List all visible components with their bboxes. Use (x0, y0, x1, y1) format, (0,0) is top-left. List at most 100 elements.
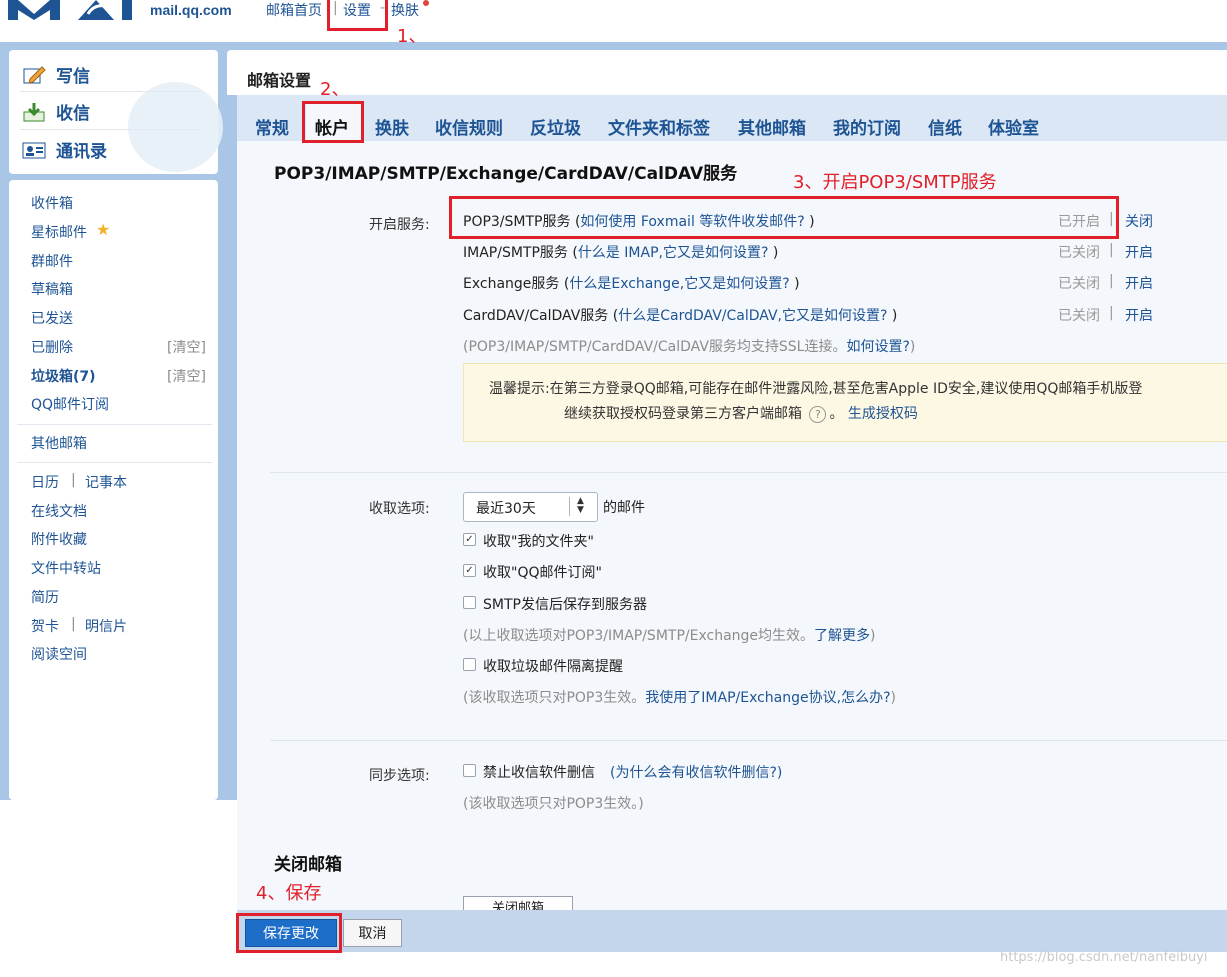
contact-card-icon (22, 140, 46, 160)
status-separator: | (1109, 273, 1114, 289)
tab-anti-spam[interactable]: 反垃圾 (530, 114, 581, 139)
fetch-note-1-suffix: ) (870, 628, 876, 644)
status-separator: | (1109, 242, 1114, 258)
service-help-link[interactable]: 什么是Exchange,它又是如何设置? (569, 276, 789, 292)
fetch-range-value: 最近30天 (476, 501, 536, 517)
junk-isolation-label: 收取垃圾邮件隔离提醒 (483, 659, 623, 675)
learn-more-link[interactable]: 了解更多 (814, 628, 870, 644)
annotation-step-2: 2、 (320, 79, 350, 100)
receive-link[interactable]: 收信 (22, 99, 90, 124)
service-name: Exchange服务 (463, 276, 560, 292)
annotation-step-1: 1、 (397, 26, 427, 47)
tab-general[interactable]: 常规 (255, 114, 289, 139)
why-client-delete-link[interactable]: (为什么会有收信软件删信?) (610, 762, 782, 782)
annotation-step-3: 3、开启POP3/SMTP服务 (793, 172, 997, 193)
service-help-link[interactable]: 什么是 IMAP,它又是如何设置? (578, 245, 769, 261)
star-icon: ★ (96, 220, 111, 239)
folder-sent[interactable]: 已发送 (31, 308, 73, 328)
inbox-download-icon (22, 102, 46, 122)
folder-qq-subscription[interactable]: QQ邮件订阅 (31, 394, 109, 414)
nav-skin-link[interactable]: 换肤 (391, 0, 419, 20)
folder-inbox[interactable]: 收件箱 (31, 193, 73, 213)
annotation-box-account-tab (302, 101, 364, 143)
ssl-howto-link[interactable]: 如何设置? (846, 339, 909, 355)
folder-starred[interactable]: 星标邮件 (31, 222, 87, 242)
contacts-label: 通讯录 (56, 142, 107, 162)
qq-penguin-watermark-icon (128, 82, 223, 172)
tool-postcard[interactable]: 明信片 (85, 616, 127, 636)
select-updown-icon: ▲ ▼ (577, 496, 584, 515)
tab-stationery[interactable]: 信纸 (928, 114, 962, 139)
fetch-qq-subscription-label: 收取"QQ邮件订阅" (483, 565, 602, 581)
tab-subscriptions[interactable]: 我的订阅 (833, 114, 901, 139)
pencil-icon (22, 65, 46, 85)
service-status: 已关闭 (1058, 276, 1100, 292)
compose-link[interactable]: 写信 (22, 62, 90, 87)
annotation-box-save (236, 913, 342, 953)
tool-greeting-card[interactable]: 贺卡 (31, 616, 59, 636)
exchange-toggle-button[interactable]: 开启 (1125, 273, 1153, 293)
tab-other-mailbox[interactable]: 其他邮箱 (738, 114, 806, 139)
ssl-note-text: (POP3/IMAP/SMTP/CardDAV/CalDAV服务均支持SSL连接… (463, 339, 847, 355)
clear-deleted-link[interactable]: [清空] (167, 337, 206, 357)
close-mailbox-title: 关闭邮箱 (274, 855, 342, 875)
tool-online-docs[interactable]: 在线文档 (31, 501, 87, 521)
fetch-options-label: 收取选项: (369, 501, 430, 517)
qq-mail-logo (8, 0, 132, 20)
nav-mailbox-home-link[interactable]: 邮箱首页 (266, 0, 322, 20)
frame-blank-area (0, 800, 238, 977)
services-label: 开启服务: (369, 217, 430, 233)
junk-isolation-checkbox[interactable] (463, 658, 476, 671)
divider (17, 424, 212, 425)
sync-options-label: 同步选项: (369, 768, 430, 784)
help-question-icon[interactable]: ? (809, 406, 827, 423)
section-divider (270, 472, 1227, 473)
compose-label: 写信 (56, 67, 90, 87)
folder-other-mail[interactable]: 其他邮箱 (31, 433, 87, 453)
cancel-button[interactable]: 取消 (343, 919, 402, 947)
tool-resume[interactable]: 简历 (31, 587, 59, 607)
settings-header-area (227, 50, 1227, 95)
fetch-qq-subscription-checkbox[interactable]: ✓ (463, 564, 476, 577)
carddav-toggle-button[interactable]: 开启 (1125, 305, 1153, 325)
tool-calendar[interactable]: 日历 (31, 472, 59, 492)
folder-group-mail[interactable]: 群邮件 (31, 251, 73, 271)
imap-exchange-help-link[interactable]: 我使用了IMAP/Exchange协议,怎么办? (645, 690, 890, 706)
close-mailbox-button[interactable]: 关闭邮箱 (463, 896, 573, 911)
fetch-my-folders-checkbox[interactable]: ✓ (463, 533, 476, 546)
service-help-link[interactable]: 什么是CardDAV/CalDAV,它又是如何设置? (618, 308, 887, 324)
pop3-toggle-button[interactable]: 关闭 (1125, 211, 1153, 231)
clear-junk-link[interactable]: [清空] (167, 366, 206, 386)
folder-deleted[interactable]: 已删除 (31, 337, 73, 357)
folder-drafts[interactable]: 草稿箱 (31, 279, 73, 299)
generate-auth-code-link[interactable]: 生成授权码 (848, 406, 918, 422)
tool-attachments[interactable]: 附件收藏 (31, 529, 87, 549)
fetch-note-1: (以上收取选项对POP3/IMAP/SMTP/Exchange均生效。了解更多) (463, 625, 876, 645)
folder-junk[interactable]: 垃圾箱(7) (31, 366, 96, 386)
fetch-note-2-suffix: ) (890, 690, 896, 706)
fetch-note-2: (该收取选项只对POP3生效。我使用了IMAP/Exchange协议,怎么办?) (463, 687, 896, 707)
ssl-note: (POP3/IMAP/SMTP/CardDAV/CalDAV服务均支持SSL连接… (463, 336, 915, 356)
tool-file-transfer[interactable]: 文件中转站 (31, 558, 101, 578)
service-name: IMAP/SMTP服务 (463, 245, 568, 261)
tool-separator: | (71, 472, 76, 488)
annotation-step-4: 4、保存 (256, 883, 322, 904)
ssl-note-suffix: ) (909, 339, 916, 355)
fetch-my-folders-label: 收取"我的文件夹" (483, 534, 594, 550)
contacts-link[interactable]: 通讯录 (22, 137, 107, 162)
tab-folders-labels[interactable]: 文件夹和标签 (608, 114, 710, 139)
section-divider (270, 740, 1227, 741)
prevent-client-delete-checkbox[interactable] (463, 764, 476, 777)
imap-toggle-button[interactable]: 开启 (1125, 242, 1153, 262)
tab-skin[interactable]: 换肤 (375, 114, 409, 139)
smtp-save-to-server-label: SMTP发信后保存到服务器 (483, 597, 647, 613)
tool-reading-space[interactable]: 阅读空间 (31, 644, 87, 664)
tab-lab[interactable]: 体验室 (988, 114, 1039, 139)
fetch-note-2-text: (该收取选项只对POP3生效。 (463, 690, 646, 706)
tab-receive-rules[interactable]: 收信规则 (435, 114, 503, 139)
service-status: 已关闭 (1058, 308, 1100, 324)
smtp-save-to-server-checkbox[interactable] (463, 596, 476, 609)
divider (20, 91, 200, 92)
tip-line-2: 继续获取授权码登录第三方客户端邮箱 ?。 生成授权码 (564, 406, 918, 423)
tool-notes[interactable]: 记事本 (85, 472, 127, 492)
